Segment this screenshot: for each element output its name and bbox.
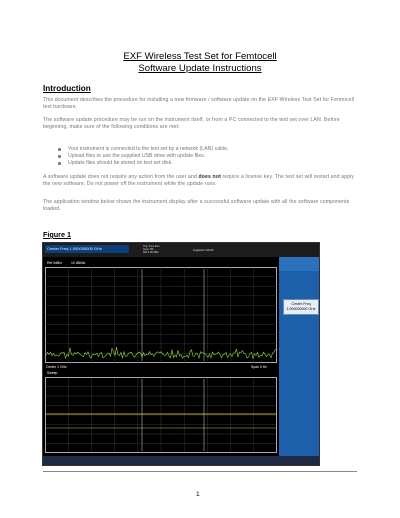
intro-paragraph-3: A software update does not require any a… <box>43 174 355 188</box>
upper-trace <box>45 347 276 360</box>
document-title-line2: Software Update Instructions <box>138 63 262 74</box>
document-title-line1: EXF Wireless Test Set for Femtocell <box>123 51 277 62</box>
list-item: Upload files or use the supplied USB dri… <box>58 153 348 160</box>
figure-label: Figure 1 <box>43 230 71 239</box>
section-heading-introduction: Introduction <box>43 84 91 93</box>
center-label: Center 1 GHz <box>46 365 67 369</box>
span-label: Span 0 Hz <box>251 365 267 369</box>
footer-rule <box>43 471 357 472</box>
intro-paragraph-2: The software update procedure may be run… <box>43 117 340 130</box>
paragraph-text: A software update does not require any a… <box>43 174 199 180</box>
windows-taskbar <box>43 456 319 465</box>
figure-screenshot: Center Freq 1.000000000 GHz Trig: Free R… <box>42 242 320 466</box>
list-item: Your instrument is connected to the test… <box>58 146 348 153</box>
intro-paragraph-4: The application window below shows the i… <box>43 199 350 212</box>
emphasis-text: does not <box>198 174 221 180</box>
requirements-list: Your instrument is connected to the test… <box>58 146 348 167</box>
spectrum-pane-lower <box>45 377 277 453</box>
list-item: Update files should be stored on test se… <box>58 160 348 167</box>
intro-paragraph-1: This document describes the procedure fo… <box>43 97 355 110</box>
upper-grid <box>45 267 277 363</box>
lower-pane-title: Sweep <box>47 371 58 375</box>
page-number: 1 <box>196 491 200 498</box>
